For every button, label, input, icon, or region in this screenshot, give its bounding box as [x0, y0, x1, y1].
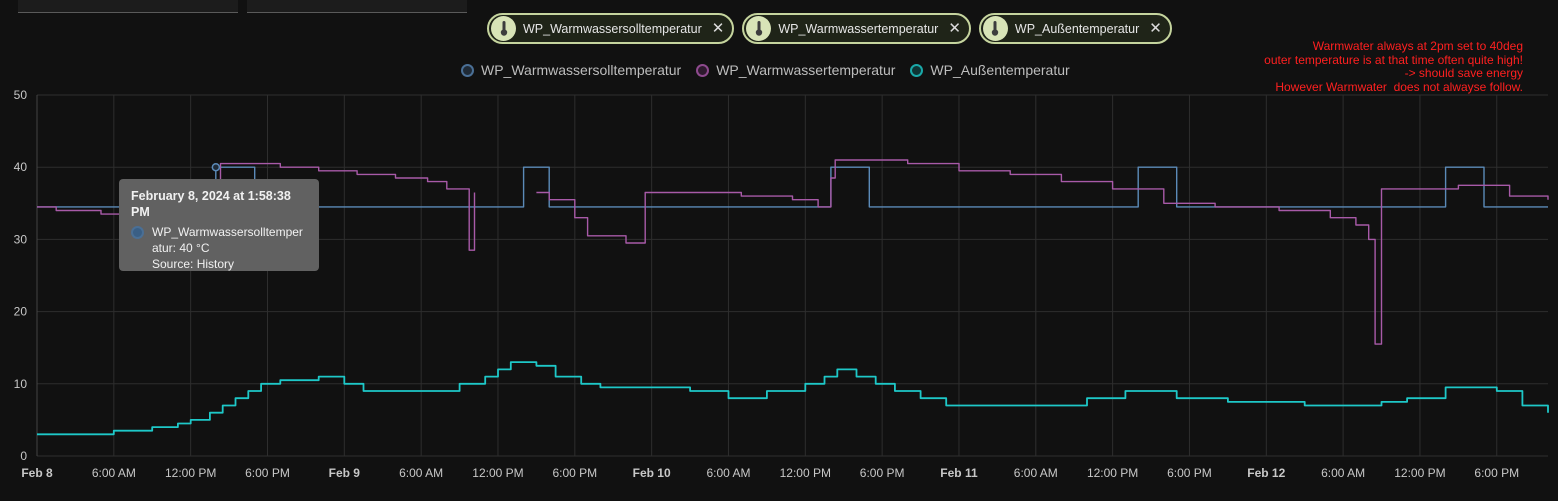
chart-tooltip: February 8, 2024 at 1:58:38 PM WP_Warmwa… — [119, 179, 319, 271]
x-tick-label: 6:00 AM — [92, 466, 136, 480]
x-tick-label: 6:00 AM — [1321, 466, 1365, 480]
hover-point-marker — [211, 162, 221, 172]
tooltip-series-marker — [131, 226, 144, 239]
x-tick-label: 6:00 AM — [1014, 466, 1058, 480]
x-tick-label: 6:00 PM — [245, 466, 290, 480]
y-tick-label: 20 — [14, 305, 28, 319]
x-tick-label: Feb 10 — [633, 466, 671, 480]
x-tick-label: Feb 8 — [21, 466, 53, 480]
x-tick-label: 12:00 PM — [472, 466, 523, 480]
y-tick-label: 0 — [20, 449, 27, 463]
tooltip-value: atur: 40 °C — [152, 241, 210, 255]
x-tick-label: 6:00 AM — [399, 466, 443, 480]
x-tick-label: 12:00 PM — [780, 466, 831, 480]
x-tick-label: 6:00 PM — [1167, 466, 1212, 480]
y-tick-label: 30 — [14, 232, 28, 246]
tooltip-series: WP_Warmwassersolltemper — [152, 225, 303, 239]
tooltip-source: Source: History — [152, 257, 235, 271]
x-tick-label: 12:00 PM — [165, 466, 216, 480]
x-tick-label: 12:00 PM — [1087, 466, 1138, 480]
y-tick-label: 40 — [14, 160, 28, 174]
x-tick-label: Feb 9 — [329, 466, 361, 480]
x-tick-label: Feb 11 — [940, 466, 978, 480]
tooltip-title: February 8, 2024 at 1:58:38 PM — [131, 189, 291, 219]
y-tick-label: 10 — [14, 377, 28, 391]
x-tick-label: 6:00 AM — [706, 466, 750, 480]
x-tick-label: 6:00 PM — [552, 466, 597, 480]
x-tick-label: Feb 12 — [1247, 466, 1285, 480]
x-tick-label: 6:00 PM — [860, 466, 905, 480]
y-tick-label: 50 — [14, 88, 28, 102]
x-tick-label: 12:00 PM — [1394, 466, 1445, 480]
x-tick-label: 6:00 PM — [1474, 466, 1519, 480]
series-line-2 — [37, 361, 1549, 436]
